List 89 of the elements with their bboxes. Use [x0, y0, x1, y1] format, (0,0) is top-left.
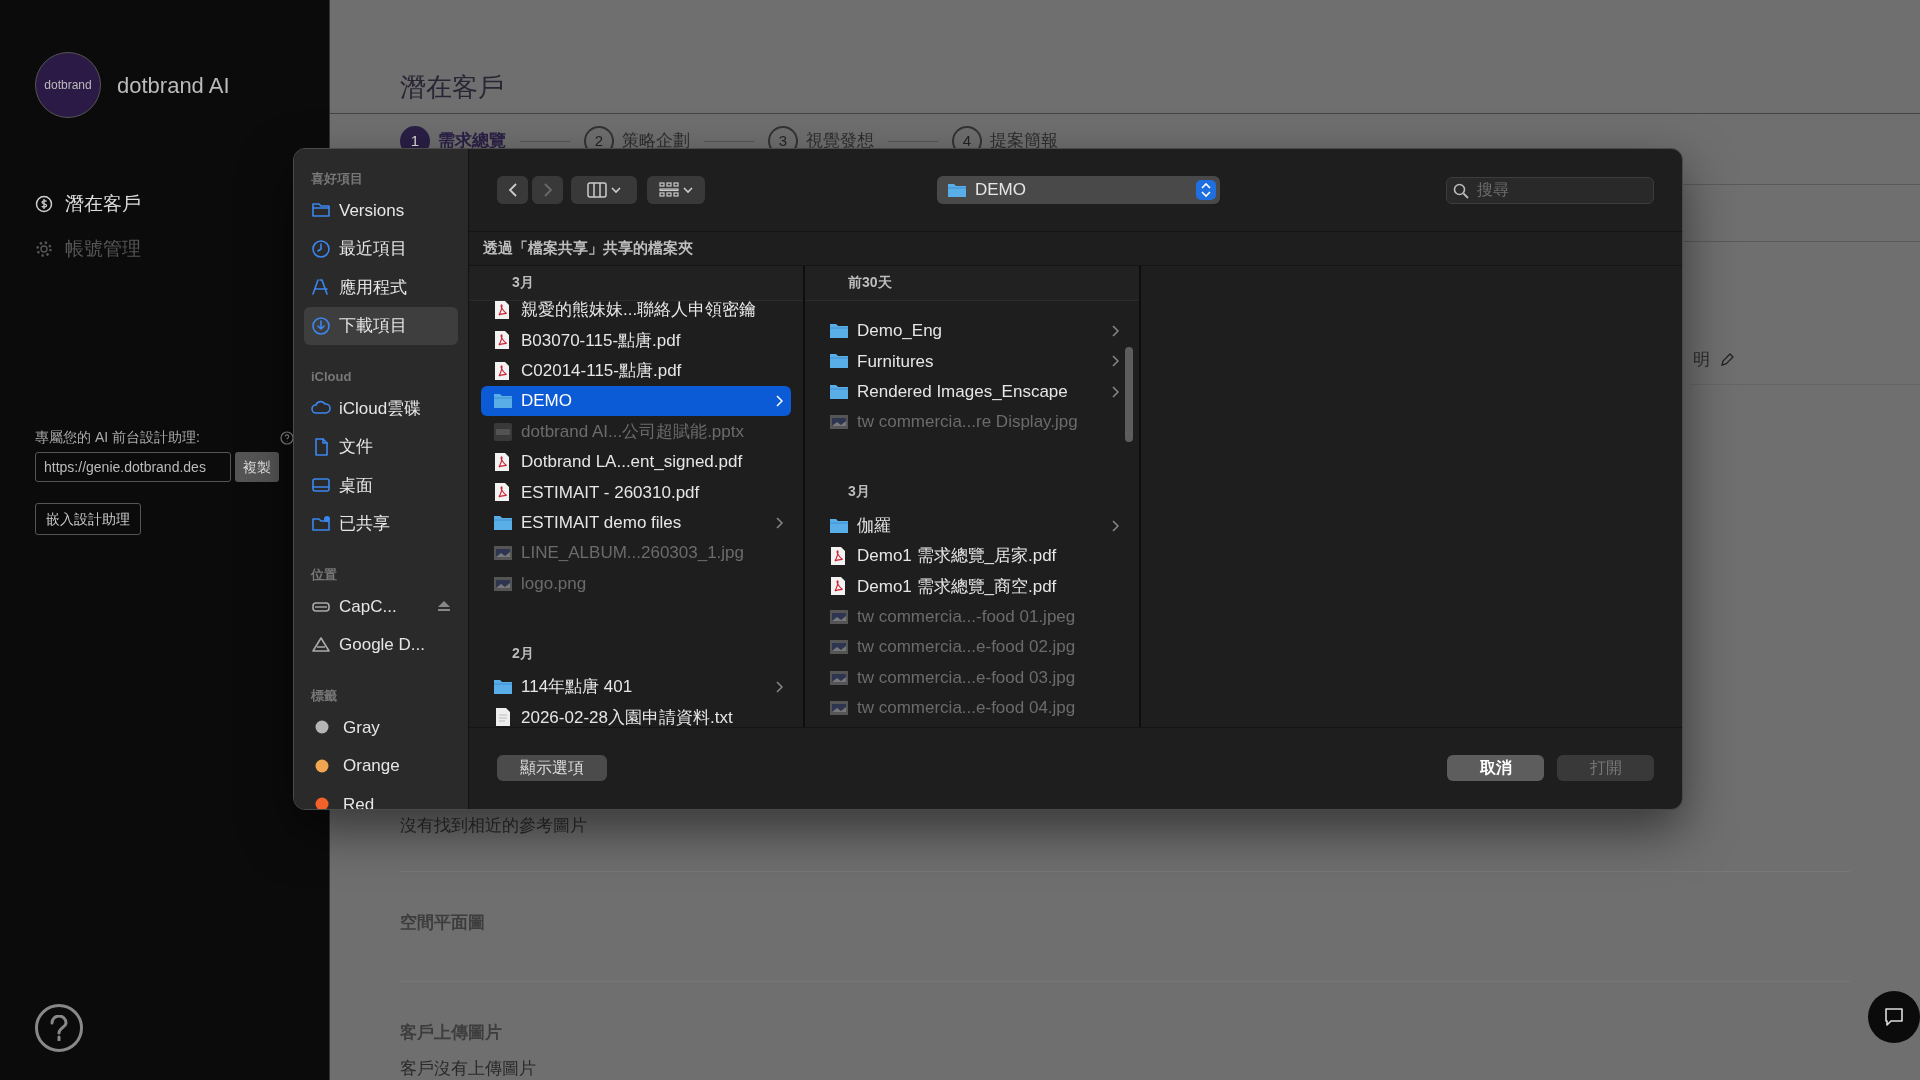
help-icon	[280, 430, 294, 445]
scrollbar-thumb[interactable]	[1125, 346, 1133, 442]
file-row[interactable]: 伽羅	[817, 510, 1127, 541]
question-mark-icon	[48, 1015, 70, 1041]
chevron-icon	[775, 395, 783, 408]
file-row[interactable]: 2026-02-28入園申請資料.txt	[481, 702, 791, 727]
folder-icon	[829, 321, 849, 341]
section-header: 喜好項目	[310, 170, 364, 188]
sidebar-item[interactable]: 桌面	[304, 466, 458, 505]
chevron-icon	[1111, 385, 1119, 398]
app-name: dotbrand AI	[117, 71, 230, 100]
triangle-drive-icon	[311, 634, 331, 655]
location-popup[interactable]: DEMO	[937, 176, 1220, 205]
file-row[interactable]: Demo1 需求總覽_商空.pdf	[817, 571, 1127, 602]
shared-folder-icon	[311, 513, 331, 534]
grid-icon	[659, 182, 679, 199]
tag-dot-icon	[315, 758, 329, 773]
section-header: 標籤	[309, 687, 338, 705]
chat-icon	[1883, 1006, 1905, 1028]
nav-item[interactable]: 潛在客戶	[35, 190, 294, 219]
tag-dot-icon	[315, 720, 329, 735]
back-button[interactable]	[497, 176, 528, 205]
search-icon	[1453, 182, 1469, 199]
sidebar-item[interactable]: Orange	[304, 746, 458, 785]
share-note: 透過「檔案共享」共享的檔案夾	[483, 238, 693, 259]
section-header: 位置	[309, 566, 338, 584]
copy-button[interactable]: 複製	[235, 452, 279, 482]
dollar-icon	[35, 195, 53, 214]
sidebar-item[interactable]: 文件	[304, 427, 458, 466]
chevron-icon	[775, 680, 783, 693]
file-row[interactable]: C02014-115-點唐.pdf	[481, 355, 791, 386]
chat-button[interactable]	[1868, 991, 1920, 1043]
sidebar-item[interactable]: 應用程式	[304, 268, 458, 307]
empty-note: 客戶沒有上傳圖片	[400, 1058, 536, 1078]
url-field[interactable]: https://genie.dotbrand.des	[35, 452, 231, 482]
clock-icon	[311, 238, 331, 259]
logo-badge: dotbrand	[35, 52, 101, 118]
file-row[interactable]: Furnitures	[817, 346, 1127, 377]
search-field[interactable]: 搜尋	[1446, 176, 1654, 204]
app-store-icon	[311, 277, 331, 298]
pencil-icon	[1720, 353, 1734, 367]
sidebar-item[interactable]: Gray	[304, 708, 458, 747]
file-row[interactable]: Dotbrand LA...ent_signed.pdf	[481, 446, 791, 478]
group-header: 3月	[512, 273, 534, 293]
section-header: iCloud	[310, 368, 353, 386]
download-icon	[311, 315, 331, 336]
file-icon	[493, 421, 513, 442]
sidebar-item[interactable]: 已共享	[304, 504, 458, 543]
group-header: 2月	[512, 644, 534, 661]
file-row[interactable]: Demo1 需求總覽_居家.pdf	[817, 540, 1127, 572]
page-title: 潛在客戶	[400, 72, 504, 102]
group-header: 3月	[848, 483, 870, 500]
embed-button[interactable]: 嵌入設計助理	[35, 503, 141, 535]
chevron-icon	[775, 516, 783, 529]
assistant-label: 專屬您的 AI 前台設計助理:	[35, 428, 200, 447]
sidebar-item[interactable]: iCloud雲碟	[304, 389, 458, 428]
chevron-icon	[1111, 519, 1119, 532]
columns-icon	[587, 182, 607, 199]
file-row[interactable]: ESTIMAIT demo files	[481, 507, 791, 538]
file-row[interactable]: DEMO	[481, 386, 791, 417]
help-button[interactable]	[35, 1004, 83, 1052]
gear-icon	[35, 239, 53, 258]
view-button[interactable]	[571, 176, 637, 205]
file-row[interactable]: Demo_Eng	[817, 315, 1127, 347]
text-file-icon	[493, 707, 513, 727]
file-row[interactable]: ESTIMAIT - 260310.pdf	[481, 477, 791, 508]
group-button[interactable]	[647, 176, 705, 205]
back-icon	[507, 183, 518, 198]
options-button[interactable]: 顯示選項	[497, 755, 607, 782]
folder-icon	[947, 182, 967, 199]
caret-icon	[683, 186, 693, 195]
group-header: 前30天	[848, 273, 892, 293]
field-label: 明	[1693, 349, 1710, 372]
sidebar-item[interactable]: CapC...	[304, 587, 458, 626]
caret-icon	[611, 186, 621, 195]
file-row[interactable]: B03070-115-點唐.pdf	[481, 325, 791, 356]
chevron-icon	[1111, 355, 1119, 368]
cancel-button[interactable]: 取消	[1447, 755, 1544, 782]
sidebar-item[interactable]: Versions	[304, 191, 458, 230]
file-row[interactable]: Rendered Images_Enscape	[817, 376, 1127, 407]
sidebar-item[interactable]: Red	[304, 785, 458, 809]
stepper-icon	[1196, 180, 1216, 201]
chevron-icon	[1111, 325, 1119, 337]
file-row[interactable]: 114年點唐 401	[481, 671, 791, 703]
forward-icon	[542, 183, 553, 198]
sidebar-item[interactable]: Google D...	[304, 625, 458, 664]
file-row[interactable]: 親愛的熊妹妹...聯絡人申領密鑰	[481, 300, 791, 326]
sidebar-item[interactable]: 下載項目	[304, 306, 458, 345]
sidebar-item[interactable]: 最近項目	[304, 229, 458, 268]
